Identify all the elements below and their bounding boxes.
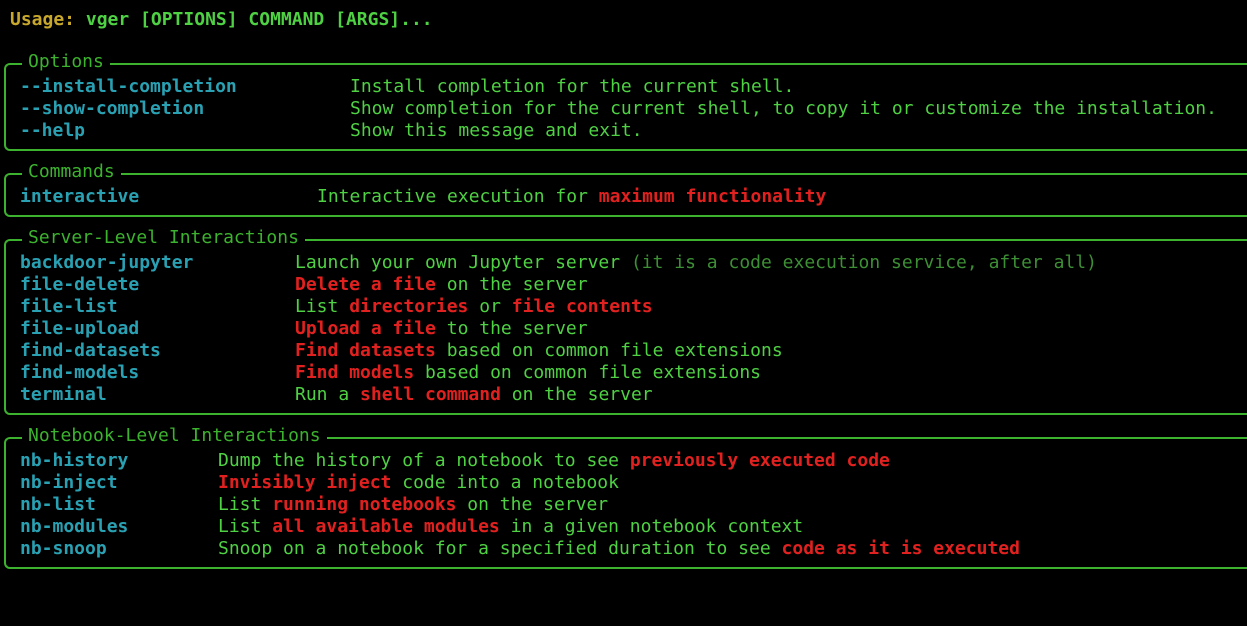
command-row: nb-history Dump the history of a noteboo… (20, 450, 890, 472)
command-row: interactive Interactive execution for ma… (20, 186, 826, 208)
highlight-text: Find models (295, 362, 415, 383)
command-row: file-upload Upload a file to the server (20, 318, 588, 340)
description-text: on the server (435, 274, 588, 295)
command-name[interactable]: nb-history (20, 450, 128, 472)
highlight-text: previously executed code (629, 450, 890, 471)
command-row: nb-snoop Snoop on a notebook for a speci… (20, 538, 1020, 560)
description-text: in a given notebook context (499, 516, 804, 537)
command-description: Delete a file on the server (295, 274, 588, 296)
command-name[interactable]: terminal (20, 384, 107, 406)
command-description: List all available modules in a given no… (218, 516, 803, 538)
description-text: List (218, 494, 273, 515)
command-row: nb-inject Invisibly inject code into a n… (20, 472, 619, 494)
description-text: Run a (295, 384, 361, 405)
command-name[interactable]: nb-list (20, 494, 96, 516)
server-level-panel: Server-Level Interactions backdoor-jupyt… (4, 227, 1247, 415)
panel-title: Notebook-Level Interactions (22, 425, 327, 447)
commands-panel: Commands interactive Interactive executi… (4, 161, 1247, 217)
command-description: Upload a file to the server (295, 318, 588, 340)
command-row: nb-list List running notebooks on the se… (20, 494, 608, 516)
highlight-text: shell command (360, 384, 501, 405)
command-name[interactable]: file-list (20, 296, 118, 318)
terminal-window: { "usage": { "label": "Usage: ", "text":… (0, 0, 1247, 585)
option-name[interactable]: --show-completion (20, 98, 204, 120)
description-text: based on common file extensions (435, 340, 783, 361)
description-text: on the server (500, 384, 653, 405)
usage-label: Usage: (10, 9, 86, 30)
option-description: Show completion for the current shell, t… (350, 98, 1217, 120)
option-description: Show this message and exit. (350, 120, 643, 142)
description-text: Launch your own Jupyter server (295, 252, 631, 273)
highlight-text: running notebooks (272, 494, 457, 515)
highlight-text: directories (349, 296, 469, 317)
description-text: Snoop on a notebook for a specified dura… (218, 538, 782, 559)
description-text: on the server (456, 494, 609, 515)
panel-title: Server-Level Interactions (22, 227, 305, 249)
command-row: find-models Find models based on common … (20, 362, 761, 384)
command-description: Dump the history of a notebook to see pr… (218, 450, 890, 472)
command-name[interactable]: find-models (20, 362, 139, 384)
option-name[interactable]: --help (20, 120, 85, 142)
highlight-text: Invisibly inject (218, 472, 392, 493)
command-row: nb-modules List all available modules in… (20, 516, 803, 538)
command-description: Find datasets based on common file exten… (295, 340, 783, 362)
command-name[interactable]: nb-snoop (20, 538, 107, 560)
description-text: code into a notebook (391, 472, 619, 493)
description-text: to the server (435, 318, 588, 339)
option-description: Install completion for the current shell… (350, 76, 794, 98)
description-text: Interactive execution for (317, 186, 599, 207)
command-name[interactable]: file-delete (20, 274, 139, 296)
command-row: terminal Run a shell command on the serv… (20, 384, 653, 406)
command-name[interactable]: nb-modules (20, 516, 128, 538)
command-row: file-delete Delete a file on the server (20, 274, 588, 296)
option-row: --show-completion Show completion for th… (20, 98, 1217, 120)
highlight-text: all available modules (272, 516, 500, 537)
command-name[interactable]: nb-inject (20, 472, 118, 494)
description-text: based on common file extensions (414, 362, 761, 383)
panel-title: Commands (22, 161, 121, 183)
option-row: --help Show this message and exit. (20, 120, 643, 142)
command-description: Snoop on a notebook for a specified dura… (218, 538, 1020, 560)
panel-title: Options (22, 51, 110, 73)
description-text: Dump the history of a notebook to see (218, 450, 630, 471)
command-row: backdoor-jupyter Launch your own Jupyter… (20, 252, 1097, 274)
command-name[interactable]: file-upload (20, 318, 139, 340)
command-description: Invisibly inject code into a notebook (218, 472, 619, 494)
description-text: or (468, 296, 512, 317)
command-description: Run a shell command on the server (295, 384, 653, 406)
highlight-text: Delete a file (295, 274, 436, 295)
command-description: List directories or file contents (295, 296, 653, 318)
command-description: Interactive execution for maximum functi… (317, 186, 826, 208)
command-name[interactable]: interactive (20, 186, 139, 208)
command-name[interactable]: find-datasets (20, 340, 161, 362)
usage-text: vger [OPTIONS] COMMAND [ARGS]... (85, 9, 433, 30)
command-row: find-datasets Find datasets based on com… (20, 340, 783, 362)
highlight-text: Upload a file (295, 318, 436, 339)
option-name[interactable]: --install-completion (20, 76, 237, 98)
command-description: List running notebooks on the server (218, 494, 608, 516)
description-text: Install completion for the current shell… (350, 76, 795, 97)
options-panel: Options --install-completion Install com… (4, 51, 1247, 151)
description-text: List (295, 296, 350, 317)
description-text: (it is a code execution service, after a… (630, 252, 1097, 273)
command-description: Find models based on common file extensi… (295, 362, 761, 384)
description-text: Show completion for the current shell, t… (350, 98, 1217, 119)
highlight-text: file contents (511, 296, 653, 317)
description-text: Show this message and exit. (350, 120, 643, 141)
usage-line: Usage: vger [OPTIONS] COMMAND [ARGS]... (10, 9, 433, 31)
highlight-text: Find datasets (295, 340, 436, 361)
notebook-level-panel: Notebook-Level Interactions nb-history D… (4, 425, 1247, 569)
command-name[interactable]: backdoor-jupyter (20, 252, 193, 274)
command-row: file-list List directories or file conte… (20, 296, 653, 318)
command-description: Launch your own Jupyter server (it is a … (295, 252, 1097, 274)
highlight-text: code as it is executed (781, 538, 1020, 559)
description-text: List (218, 516, 273, 537)
option-row: --install-completion Install completion … (20, 76, 794, 98)
highlight-text: maximum functionality (598, 186, 827, 207)
